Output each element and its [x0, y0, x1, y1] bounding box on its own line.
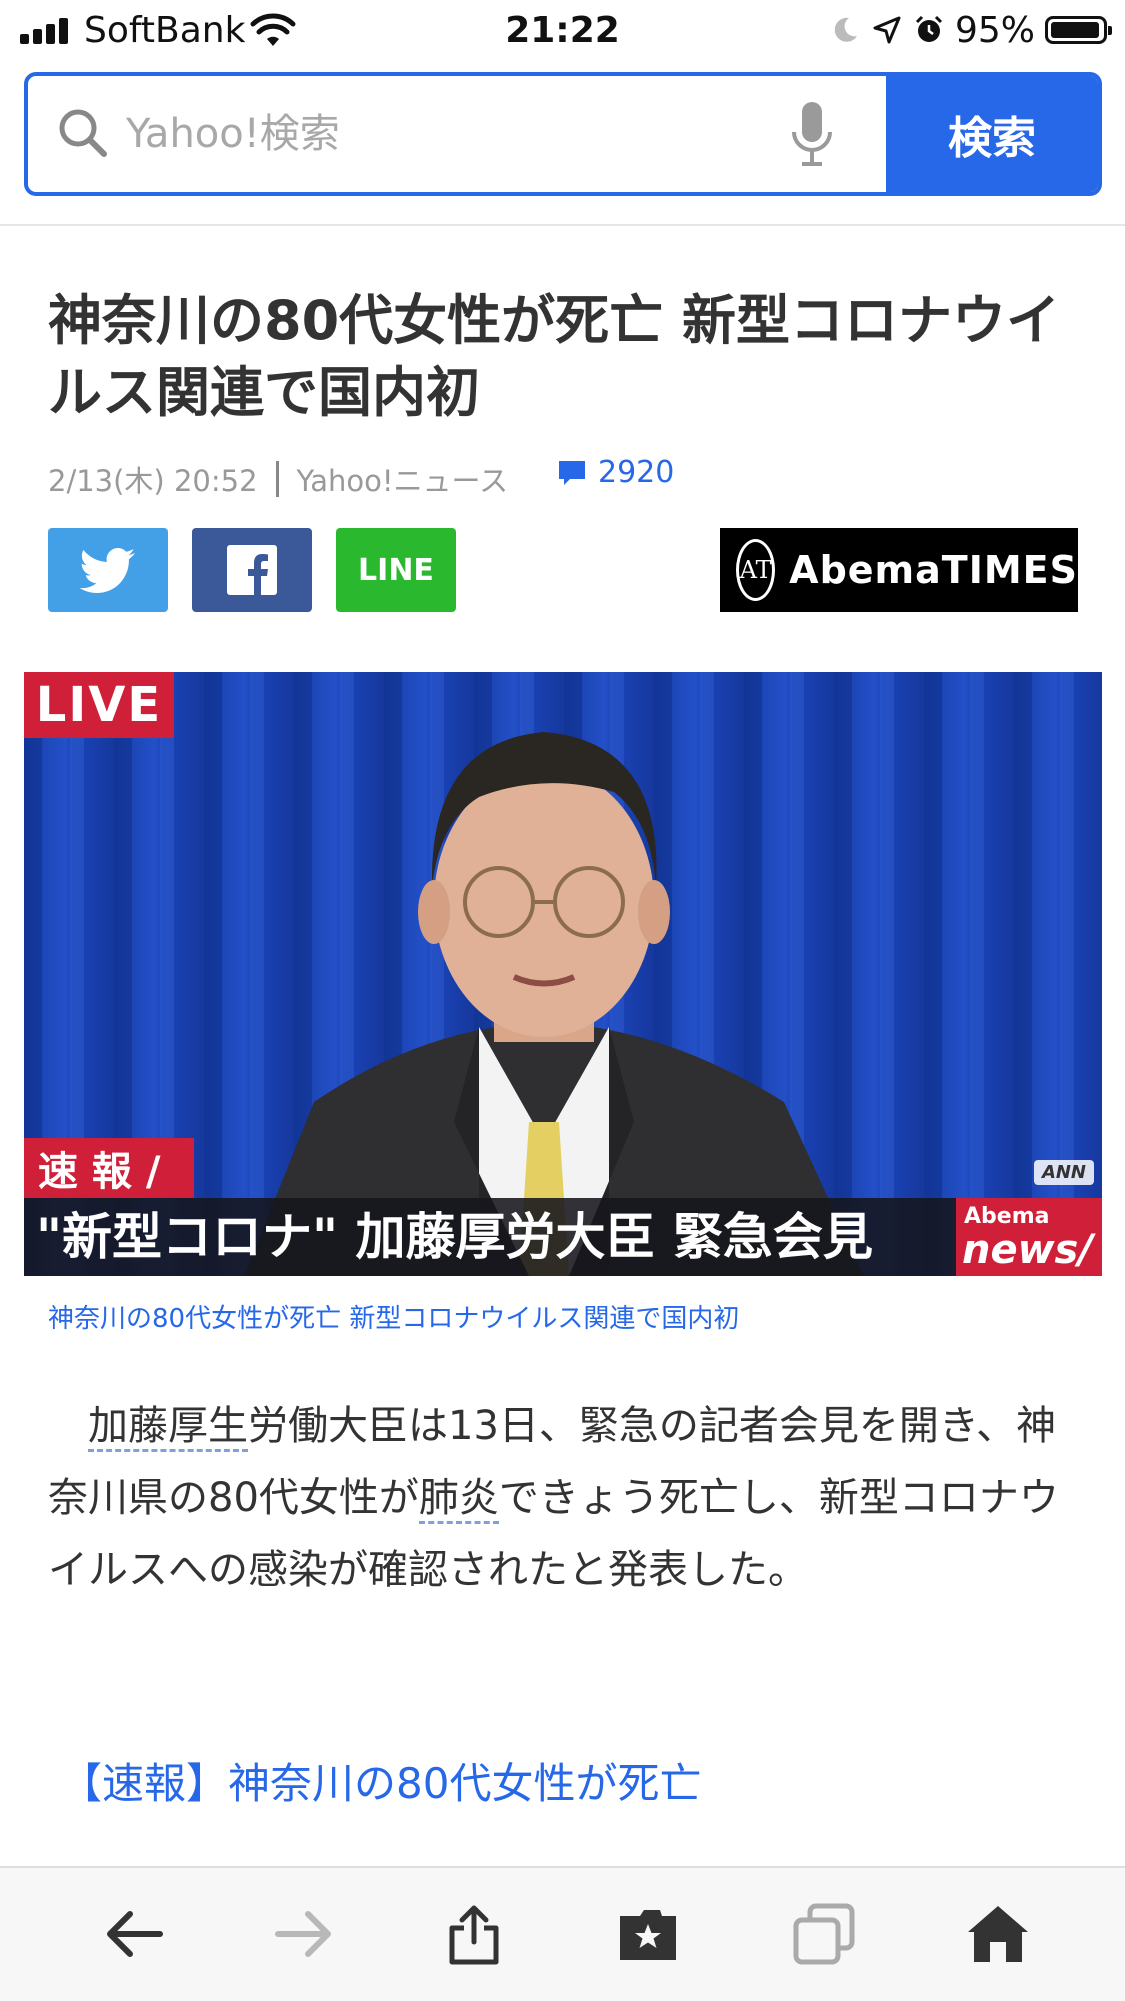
article-title: 神奈川の80代女性が死亡 新型コロナウイルス関連で国内初 [48, 289, 1060, 424]
article-photo[interactable]: LIVE ANN 速 報 / "新型コロナ" 加藤厚労大臣 緊急会見 Abema… [24, 672, 1102, 1276]
share-button[interactable] [438, 1898, 510, 1970]
ticker-text: "新型コロナ" 加藤厚労大臣 緊急会見 [36, 1208, 873, 1266]
abema-news-bottom: news/ [962, 1227, 1093, 1273]
browser-toolbar [0, 1866, 1125, 2001]
comment-count: 2920 [598, 455, 675, 490]
abema-mark-icon: AT [736, 539, 776, 601]
facebook-icon [227, 545, 277, 595]
microphone-icon[interactable] [788, 100, 836, 170]
publisher-logo-text: AbemaTIMES [789, 548, 1078, 592]
search-input[interactable] [126, 76, 766, 192]
moon-icon [834, 17, 857, 42]
search-bar: 検索 [24, 72, 1102, 196]
article-meta: 2/13(木) 20:52 Yahoo!ニュース [48, 458, 508, 500]
share-icon [449, 1905, 499, 1965]
share-line-button[interactable]: LINE [336, 528, 456, 612]
search-button[interactable]: 検索 [886, 76, 1098, 192]
bookmark-icon [620, 1910, 676, 1960]
article-source: Yahoo!ニュース [296, 464, 509, 498]
ann-watermark: ANN [1033, 1160, 1094, 1185]
back-icon [107, 1911, 163, 1957]
abema-news-badge: Abema news/ [956, 1198, 1102, 1276]
abema-news-top: Abema [964, 1204, 1050, 1229]
forward-button[interactable] [268, 1898, 340, 1970]
article-body: 加藤厚生労働大臣は13日、緊急の記者会見を開き、神奈川県の80代女性が肺炎できょ… [48, 1390, 1078, 1606]
breaking-badge: 速 報 / [24, 1138, 194, 1198]
body-indent [48, 1403, 88, 1449]
photo-caption: 神奈川の80代女性が死亡 新型コロナウイルス関連で国内初 [48, 1304, 740, 1334]
comment-link[interactable]: 2920 [556, 455, 674, 490]
tabs-button[interactable] [788, 1898, 860, 1970]
share-facebook-button[interactable] [192, 528, 312, 612]
search-icon [59, 109, 107, 157]
battery-icon [1045, 16, 1112, 44]
back-button[interactable] [98, 1898, 170, 1970]
live-badge: LIVE [24, 672, 174, 738]
keyword-link[interactable]: 加藤厚生 [88, 1403, 248, 1452]
divider [0, 224, 1125, 226]
home-button[interactable] [962, 1898, 1034, 1970]
tabs-icon [793, 1903, 855, 1965]
forward-icon [275, 1911, 331, 1957]
home-icon [968, 1906, 1028, 1962]
keyword-link[interactable]: 肺炎 [418, 1475, 499, 1524]
meta-separator [275, 461, 279, 497]
share-twitter-button[interactable] [48, 528, 168, 612]
status-bar: SoftBank 21:22 95% [0, 0, 1125, 62]
publisher-logo[interactable]: AT AbemaTIMES [720, 528, 1078, 612]
comment-bubble-icon [559, 460, 585, 485]
bookmarks-button[interactable] [612, 1898, 684, 1970]
location-arrow-icon [873, 16, 901, 44]
article-date: 2/13(木) 20:52 [48, 464, 258, 498]
related-article-link[interactable]: 【速報】神奈川の80代女性が死亡 [60, 1750, 701, 1811]
news-ticker: "新型コロナ" 加藤厚労大臣 緊急会見 [24, 1198, 1102, 1276]
battery-percentage: 95% [954, 9, 1035, 51]
twitter-bird-icon [80, 548, 135, 593]
alarm-icon [915, 15, 943, 42]
